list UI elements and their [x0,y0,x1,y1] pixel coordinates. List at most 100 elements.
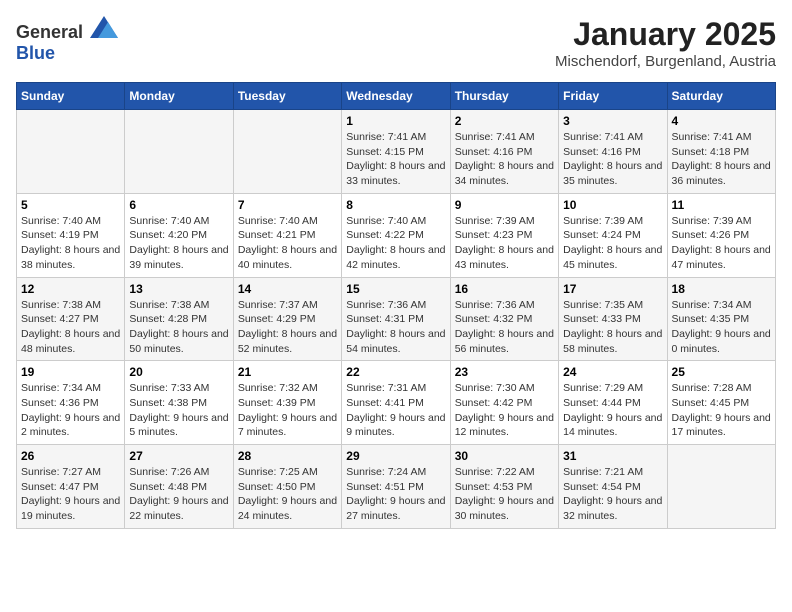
logo-text: General Blue [16,16,118,64]
day-number: 27 [129,449,228,463]
calendar-week-4: 19 Sunrise: 7:34 AM Sunset: 4:36 PM Dayli… [17,361,776,445]
weekday-header-friday: Friday [559,83,667,110]
calendar-week-1: 1 Sunrise: 7:41 AM Sunset: 4:15 PM Daylig… [17,110,776,194]
day-number: 13 [129,282,228,296]
day-number: 9 [455,198,554,212]
location-subtitle: Mischendorf, Burgenland, Austria [555,53,776,70]
day-number: 5 [21,198,120,212]
day-info: Sunrise: 7:41 AM Sunset: 4:18 PM Dayligh… [672,130,771,189]
day-info: Sunrise: 7:39 AM Sunset: 4:23 PM Dayligh… [455,214,554,273]
calendar-cell: 8 Sunrise: 7:40 AM Sunset: 4:22 PM Daylig… [342,193,450,277]
calendar-cell: 21 Sunrise: 7:32 AM Sunset: 4:39 PM Dayli… [233,361,341,445]
logo-general: General [16,22,83,42]
day-number: 15 [346,282,445,296]
day-info: Sunrise: 7:27 AM Sunset: 4:47 PM Dayligh… [21,465,120,524]
calendar-cell: 24 Sunrise: 7:29 AM Sunset: 4:44 PM Dayli… [559,361,667,445]
calendar-cell [233,110,341,194]
calendar-cell: 6Sunrise: 7:40 AM Sunset: 4:20 PM Daylig… [125,193,233,277]
calendar-cell: 14Sunrise: 7:37 AM Sunset: 4:29 PM Dayli… [233,277,341,361]
day-info: Sunrise: 7:35 AM Sunset: 4:33 PM Dayligh… [563,298,662,357]
day-info: Sunrise: 7:31 AM Sunset: 4:41 PM Dayligh… [346,381,445,440]
weekday-header-saturday: Saturday [667,83,775,110]
day-info: Sunrise: 7:29 AM Sunset: 4:44 PM Dayligh… [563,381,662,440]
calendar-cell: 9 Sunrise: 7:39 AM Sunset: 4:23 PM Daylig… [450,193,558,277]
weekday-header-wednesday: Wednesday [342,83,450,110]
calendar-week-2: 5 Sunrise: 7:40 AM Sunset: 4:19 PM Daylig… [17,193,776,277]
day-number: 10 [563,198,662,212]
day-number: 17 [563,282,662,296]
calendar-cell: 5 Sunrise: 7:40 AM Sunset: 4:19 PM Daylig… [17,193,125,277]
calendar-cell: 16 Sunrise: 7:36 AM Sunset: 4:32 PM Dayli… [450,277,558,361]
day-number: 24 [563,365,662,379]
day-info: Sunrise: 7:36 AM Sunset: 4:32 PM Dayligh… [455,298,554,357]
day-info: Sunrise: 7:41 AM Sunset: 4:16 PM Dayligh… [563,130,662,189]
day-number: 21 [238,365,337,379]
calendar-week-3: 12 Sunrise: 7:38 AM Sunset: 4:27 PM Dayli… [17,277,776,361]
day-info: Sunrise: 7:38 AM Sunset: 4:28 PM Dayligh… [129,298,228,357]
calendar-cell: 12 Sunrise: 7:38 AM Sunset: 4:27 PM Dayli… [17,277,125,361]
calendar-cell: 30Sunrise: 7:22 AM Sunset: 4:53 PM Dayli… [450,445,558,529]
weekday-header-thursday: Thursday [450,83,558,110]
day-number: 8 [346,198,445,212]
day-info: Sunrise: 7:40 AM Sunset: 4:19 PM Dayligh… [21,214,120,273]
calendar-week-5: 26 Sunrise: 7:27 AM Sunset: 4:47 PM Dayli… [17,445,776,529]
day-number: 18 [672,282,771,296]
day-info: Sunrise: 7:40 AM Sunset: 4:20 PM Dayligh… [129,214,228,273]
day-info: Sunrise: 7:37 AM Sunset: 4:29 PM Dayligh… [238,298,337,357]
calendar-cell: 18Sunrise: 7:34 AM Sunset: 4:35 PM Dayli… [667,277,775,361]
calendar-table: SundayMondayTuesdayWednesdayThursdayFrid… [16,82,776,529]
day-number: 1 [346,114,445,128]
title-area: January 2025 Mischendorf, Burgenland, Au… [555,16,776,70]
calendar-cell: 11Sunrise: 7:39 AM Sunset: 4:26 PM Dayli… [667,193,775,277]
day-info: Sunrise: 7:39 AM Sunset: 4:24 PM Dayligh… [563,214,662,273]
calendar-cell: 13 Sunrise: 7:38 AM Sunset: 4:28 PM Dayli… [125,277,233,361]
calendar-cell: 28 Sunrise: 7:25 AM Sunset: 4:50 PM Dayli… [233,445,341,529]
day-number: 28 [238,449,337,463]
day-info: Sunrise: 7:36 AM Sunset: 4:31 PM Dayligh… [346,298,445,357]
calendar-cell: 4 Sunrise: 7:41 AM Sunset: 4:18 PM Daylig… [667,110,775,194]
day-info: Sunrise: 7:32 AM Sunset: 4:39 PM Dayligh… [238,381,337,440]
calendar-cell: 26 Sunrise: 7:27 AM Sunset: 4:47 PM Dayli… [17,445,125,529]
day-info: Sunrise: 7:25 AM Sunset: 4:50 PM Dayligh… [238,465,337,524]
day-number: 22 [346,365,445,379]
calendar-cell: 10 Sunrise: 7:39 AM Sunset: 4:24 PM Dayli… [559,193,667,277]
calendar-cell [667,445,775,529]
logo: General Blue [16,16,118,64]
day-number: 4 [672,114,771,128]
calendar-cell: 15 Sunrise: 7:36 AM Sunset: 4:31 PM Dayli… [342,277,450,361]
day-number: 20 [129,365,228,379]
day-number: 25 [672,365,771,379]
calendar-cell [125,110,233,194]
calendar-cell: 17 Sunrise: 7:35 AM Sunset: 4:33 PM Dayli… [559,277,667,361]
logo-blue: Blue [16,43,55,63]
day-number: 26 [21,449,120,463]
day-number: 31 [563,449,662,463]
page-header: General Blue January 2025 Mischendorf, B… [16,16,776,70]
calendar-header-row: SundayMondayTuesdayWednesdayThursdayFrid… [17,83,776,110]
calendar-cell: 20 Sunrise: 7:33 AM Sunset: 4:38 PM Dayli… [125,361,233,445]
day-info: Sunrise: 7:40 AM Sunset: 4:22 PM Dayligh… [346,214,445,273]
day-info: Sunrise: 7:30 AM Sunset: 4:42 PM Dayligh… [455,381,554,440]
calendar-cell: 23Sunrise: 7:30 AM Sunset: 4:42 PM Dayli… [450,361,558,445]
day-info: Sunrise: 7:33 AM Sunset: 4:38 PM Dayligh… [129,381,228,440]
day-info: Sunrise: 7:24 AM Sunset: 4:51 PM Dayligh… [346,465,445,524]
calendar-cell: 27Sunrise: 7:26 AM Sunset: 4:48 PM Dayli… [125,445,233,529]
day-number: 12 [21,282,120,296]
day-number: 7 [238,198,337,212]
day-number: 19 [21,365,120,379]
calendar-cell: 25Sunrise: 7:28 AM Sunset: 4:45 PM Dayli… [667,361,775,445]
day-number: 3 [563,114,662,128]
day-info: Sunrise: 7:38 AM Sunset: 4:27 PM Dayligh… [21,298,120,357]
day-number: 30 [455,449,554,463]
month-year-title: January 2025 [555,16,776,53]
logo-icon [90,16,118,38]
calendar-cell: 2Sunrise: 7:41 AM Sunset: 4:16 PM Daylig… [450,110,558,194]
day-info: Sunrise: 7:41 AM Sunset: 4:16 PM Dayligh… [455,130,554,189]
weekday-header-tuesday: Tuesday [233,83,341,110]
day-info: Sunrise: 7:21 AM Sunset: 4:54 PM Dayligh… [563,465,662,524]
day-number: 16 [455,282,554,296]
day-info: Sunrise: 7:41 AM Sunset: 4:15 PM Dayligh… [346,130,445,189]
day-info: Sunrise: 7:34 AM Sunset: 4:36 PM Dayligh… [21,381,120,440]
day-number: 11 [672,198,771,212]
calendar-cell: 19 Sunrise: 7:34 AM Sunset: 4:36 PM Dayli… [17,361,125,445]
